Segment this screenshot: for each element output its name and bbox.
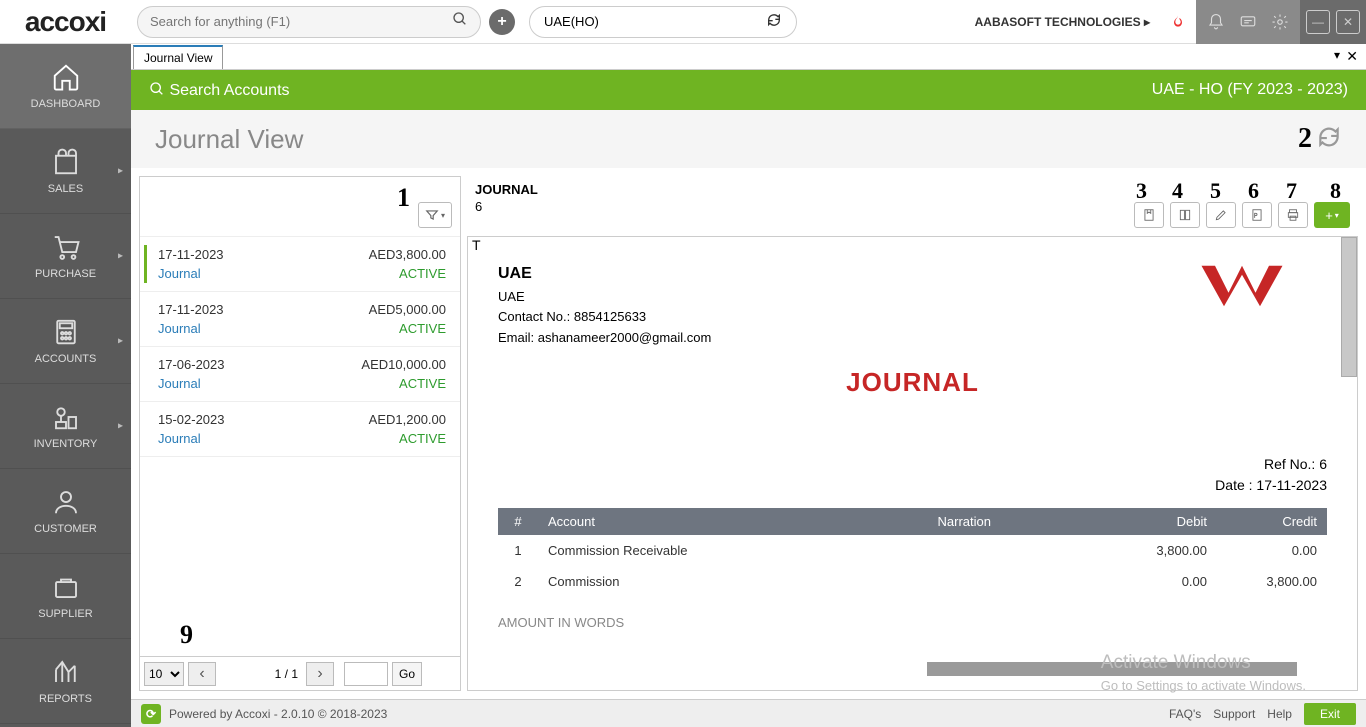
ref-no: Ref No.: 6 <box>498 454 1327 475</box>
add-dropdown-button[interactable]: + ▾ <box>1314 202 1350 228</box>
list-item[interactable]: 15-02-2023AED1,200.00 JournalACTIVE <box>140 402 460 457</box>
powered-by: Powered by Accoxi - 2.0.10 © 2018-2023 <box>169 707 387 721</box>
refresh-icon[interactable] <box>1316 124 1342 155</box>
page-title: Journal View <box>155 124 303 155</box>
tab-strip: Journal View ▾ ✕ <box>131 44 1366 70</box>
bell-icon[interactable] <box>1202 8 1230 36</box>
company-selector[interactable]: AABASOFT TECHNOLOGIES ▸ <box>975 15 1150 29</box>
fiscal-context: UAE - HO (FY 2023 - 2023) <box>1152 81 1348 99</box>
close-button[interactable]: ✕ <box>1336 10 1360 34</box>
sidebar-item-accounts[interactable]: ACCOUNTS▸ <box>0 299 131 384</box>
annotation-1: 1 <box>397 183 410 213</box>
table-row: 2 Commission 0.00 3,800.00 <box>498 566 1327 597</box>
document-title: JOURNAL <box>498 367 1327 398</box>
detail-number: 6 <box>475 199 538 214</box>
print-button[interactable] <box>1278 202 1308 228</box>
faqs-link[interactable]: FAQ's <box>1169 707 1201 721</box>
status-bar: ⟳ Powered by Accoxi - 2.0.10 © 2018-2023… <box>131 699 1366 727</box>
sidebar-item-reports[interactable]: REPORTS <box>0 639 131 724</box>
footer-logo-icon: ⟳ <box>141 704 161 724</box>
global-search[interactable] <box>137 6 481 38</box>
sidebar-item-customer[interactable]: CUSTOMER <box>0 469 131 554</box>
main-sidebar: DASHBOARD SALES▸ PURCHASE▸ ACCOUNTS▸ INV… <box>0 44 131 727</box>
search-input[interactable] <box>150 14 452 29</box>
journal-list-panel: 1 ▾ 17-11-2023AED3,800.00 JournalACTIVE … <box>139 176 461 691</box>
sync-icon[interactable] <box>766 12 782 31</box>
next-page-button[interactable]: › <box>306 662 334 686</box>
list-item[interactable]: 17-06-2023AED10,000.00 JournalACTIVE <box>140 347 460 402</box>
filter-button[interactable]: ▾ <box>418 202 452 228</box>
journal-detail-panel: JOURNAL 6 3 4 5 6 7 8 + ▾ <box>467 176 1358 691</box>
table-row: 1 Commission Receivable 3,800.00 0.00 <box>498 535 1327 566</box>
page-size-select[interactable]: 10 <box>144 662 184 686</box>
list-item[interactable]: 17-11-2023AED3,800.00 JournalACTIVE <box>140 237 460 292</box>
search-accounts-link[interactable]: Search Accounts <box>149 81 290 100</box>
branch-label: UAE(HO) <box>544 14 766 29</box>
chat-icon[interactable] <box>1234 8 1262 36</box>
branch-selector[interactable]: UAE(HO) <box>529 6 797 38</box>
attachment-button[interactable] <box>1134 202 1164 228</box>
prev-page-button[interactable]: ‹ <box>188 662 216 686</box>
help-link[interactable]: Help <box>1267 707 1292 721</box>
page-goto-input[interactable] <box>344 662 388 686</box>
scrollbar-horizontal[interactable] <box>927 662 1297 676</box>
minimize-button[interactable]: — <box>1306 10 1330 34</box>
tab-journal-view[interactable]: Journal View <box>133 45 223 69</box>
page-indicator: 1 / 1 <box>220 667 302 681</box>
annotation-3: 3 <box>1136 178 1147 204</box>
edit-button[interactable] <box>1206 202 1236 228</box>
journal-entries-table: # Account Narration Debit Credit 1 Commi… <box>498 508 1327 597</box>
search-icon[interactable] <box>452 11 468 32</box>
annotation-4: 4 <box>1172 178 1183 204</box>
sidebar-item-purchase[interactable]: PURCHASE▸ <box>0 214 131 299</box>
annotation-9: 9 <box>180 620 193 650</box>
sidebar-item-supplier[interactable]: SUPPLIER <box>0 554 131 639</box>
list-item[interactable]: 17-11-2023AED5,000.00 JournalACTIVE <box>140 292 460 347</box>
annotation-2: 2 <box>1298 123 1312 155</box>
go-button[interactable]: Go <box>392 662 422 686</box>
doc-date: Date : 17-11-2023 <box>498 475 1327 496</box>
pagination: 10 ‹ 1 / 1 › Go <box>140 656 460 690</box>
detail-heading: JOURNAL <box>475 182 538 197</box>
fire-icon[interactable] <box>1166 10 1190 34</box>
pdf-button[interactable] <box>1242 202 1272 228</box>
gear-icon[interactable] <box>1266 8 1294 36</box>
annotation-6: 6 <box>1248 178 1259 204</box>
annotation-8: 8 <box>1330 178 1341 204</box>
company-logo-icon <box>1197 261 1287 316</box>
book-button[interactable] <box>1170 202 1200 228</box>
annotation-7: 7 <box>1286 178 1297 204</box>
annotation-5: 5 <box>1210 178 1221 204</box>
support-link[interactable]: Support <box>1213 707 1255 721</box>
chevron-right-icon: ▸ <box>1144 15 1150 29</box>
t-marker: T <box>472 237 481 253</box>
tab-minimize-icon[interactable]: ▾ <box>1334 48 1340 62</box>
sidebar-item-sales[interactable]: SALES▸ <box>0 129 131 214</box>
add-button[interactable]: + <box>489 9 515 35</box>
tab-close-icon[interactable]: ✕ <box>1346 48 1358 65</box>
app-logo: accoxi <box>0 0 131 44</box>
amount-in-words-label: AMOUNT IN WORDS <box>498 615 1327 630</box>
sidebar-item-dashboard[interactable]: DASHBOARD <box>0 44 131 129</box>
exit-button[interactable]: Exit <box>1304 703 1356 725</box>
context-bar: Search Accounts UAE - HO (FY 2023 - 2023… <box>131 70 1366 110</box>
sidebar-item-inventory[interactable]: INVENTORY▸ <box>0 384 131 469</box>
scrollbar-vertical[interactable] <box>1341 237 1357 377</box>
